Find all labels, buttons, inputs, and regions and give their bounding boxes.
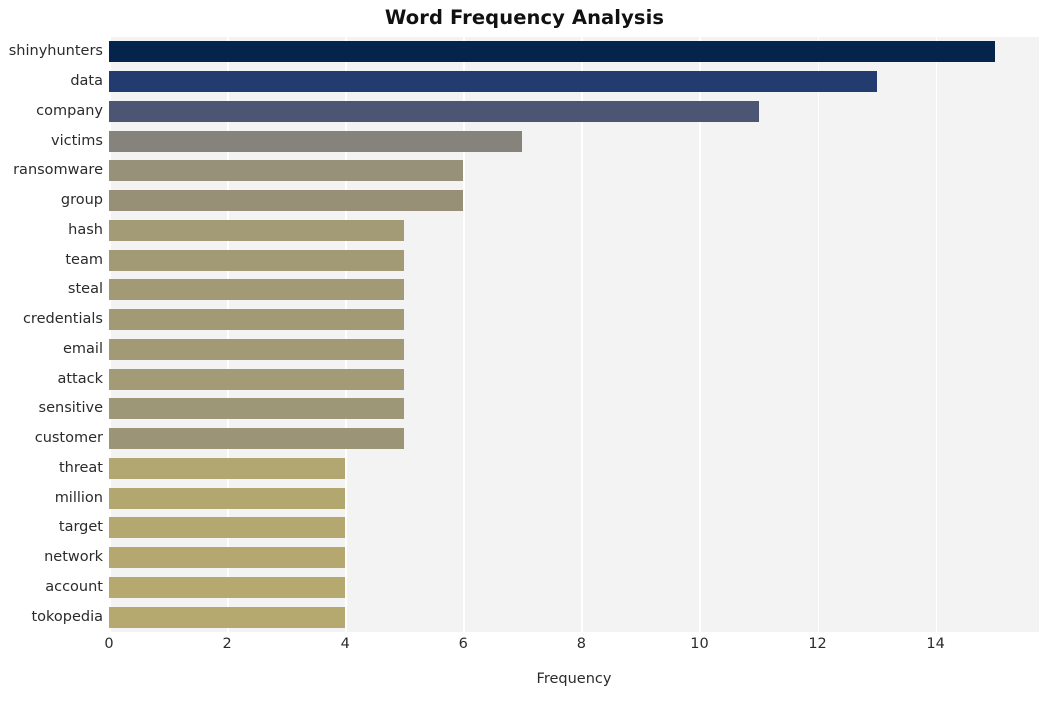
y-tick-label: tokopedia — [31, 608, 103, 625]
bar — [109, 457, 346, 479]
bar — [109, 41, 995, 63]
bar — [109, 100, 759, 122]
x-tick-label: 10 — [690, 636, 709, 652]
bar — [109, 517, 346, 539]
y-tick-label: account — [45, 578, 103, 595]
y-tick-label: shinyhunters — [8, 43, 103, 60]
y-tick-label: ransomware — [13, 162, 103, 179]
y-tick-label: email — [63, 340, 103, 357]
y-tick-label: hash — [68, 221, 103, 238]
y-axis-tick-labels: shinyhunters data company victims ransomware… — [0, 37, 103, 632]
bar — [109, 368, 405, 390]
y-tick-label: sensitive — [38, 400, 103, 417]
bar — [109, 160, 464, 182]
y-tick-label: company — [36, 102, 103, 119]
x-tick-label: 2 — [222, 636, 232, 652]
y-tick-label: million — [54, 489, 103, 506]
y-tick-label: network — [44, 549, 103, 566]
y-tick-label: team — [65, 251, 103, 268]
bar — [109, 428, 405, 450]
y-tick-label: customer — [34, 430, 103, 447]
x-axis-tick-labels: 0 2 4 6 8 10 12 14 — [104, 636, 1039, 662]
y-tick-label: victims — [51, 132, 103, 149]
bar — [109, 576, 346, 598]
bar — [109, 249, 405, 271]
y-tick-label: data — [70, 73, 103, 90]
y-tick-label: steal — [67, 281, 103, 298]
word-frequency-chart-figure: Word Frequency Analysis shinyhunters data… — [0, 0, 1049, 701]
y-tick-label: credentials — [22, 311, 103, 328]
y-tick-label: threat — [58, 459, 103, 476]
y-tick-label: group — [60, 192, 103, 209]
bar — [109, 606, 346, 628]
bar — [109, 398, 405, 420]
bar — [109, 219, 405, 241]
bar — [109, 309, 405, 331]
chart-title: Word Frequency Analysis — [384, 6, 665, 29]
bar — [109, 71, 877, 93]
bar — [109, 338, 405, 360]
bars-container — [109, 37, 1039, 632]
x-tick-label: 8 — [576, 636, 586, 652]
bar — [109, 190, 464, 212]
y-tick-label: target — [58, 519, 103, 536]
plot-area — [109, 37, 1039, 632]
x-tick-label: 12 — [808, 636, 827, 652]
x-tick-label: 0 — [104, 636, 114, 652]
x-axis-title: Frequency — [536, 671, 612, 687]
x-tick-label: 6 — [458, 636, 468, 652]
y-tick-label: attack — [57, 370, 103, 387]
x-tick-label: 14 — [926, 636, 945, 652]
bar — [109, 130, 523, 152]
bar — [109, 487, 346, 509]
bar — [109, 547, 346, 569]
bar — [109, 279, 405, 301]
x-tick-label: 4 — [340, 636, 350, 652]
